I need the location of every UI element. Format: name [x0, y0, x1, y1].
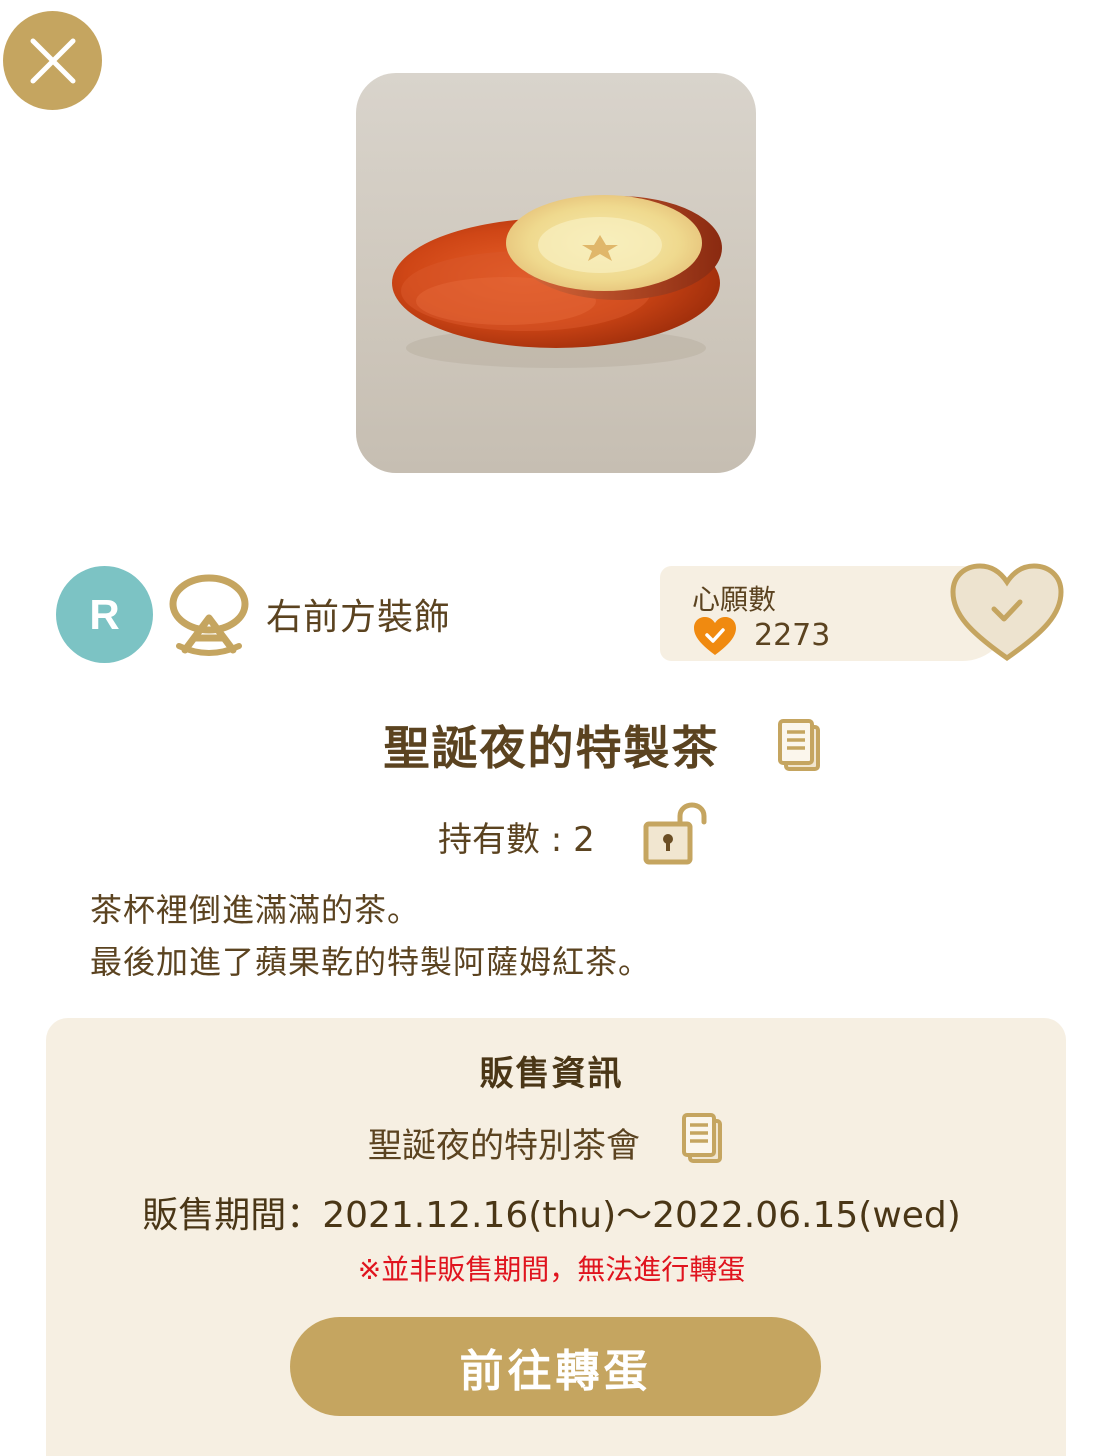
go-to-gacha-button[interactable]: 前往轉蛋 [290, 1317, 821, 1416]
owned-count: 持有數 : 2 [438, 820, 595, 860]
description-line: 最後加進了蘋果乾的特製阿薩姆紅茶。 [90, 943, 652, 981]
close-button[interactable] [3, 11, 102, 110]
sale-period: 販售期間：2021.12.16(thu)〜2022.06.15(wed) [142, 1195, 961, 1236]
item-description: 茶杯裡倒進滿滿的茶。 最後加進了蘋果乾的特製阿薩姆紅茶。 [90, 884, 651, 988]
wishlist-count: 2273 [754, 618, 831, 653]
copy-icon[interactable] [680, 1112, 724, 1164]
unlock-icon[interactable] [642, 802, 710, 866]
sales-info-heading: 販售資訊 [479, 1054, 624, 1094]
category-label: 右前方裝飾 [266, 597, 452, 638]
head-accessory-icon [169, 574, 249, 656]
item-title: 聖誕夜的特製茶 [383, 721, 720, 775]
rarity-badge: R [56, 566, 153, 663]
wishlist-label: 心願數 [692, 583, 777, 616]
sale-warning: ※並非販售期間，無法進行轉蛋 [357, 1253, 746, 1286]
heart-check-icon [694, 617, 736, 655]
event-name: 聖誕夜的特別茶會 [368, 1126, 640, 1166]
apple-tea-item-image [392, 195, 722, 368]
copy-icon[interactable] [776, 718, 822, 772]
close-icon [30, 38, 75, 83]
item-detail-page: R 右前方裝飾 心願數 2273 聖誕夜的特製茶 持有數 : 2 茶杯裡倒進滿滿… [0, 0, 1103, 1456]
item-image-card [356, 73, 756, 473]
heart-check-outline-icon[interactable] [948, 560, 1066, 664]
description-line: 茶杯裡倒進滿滿的茶。 [90, 891, 421, 929]
